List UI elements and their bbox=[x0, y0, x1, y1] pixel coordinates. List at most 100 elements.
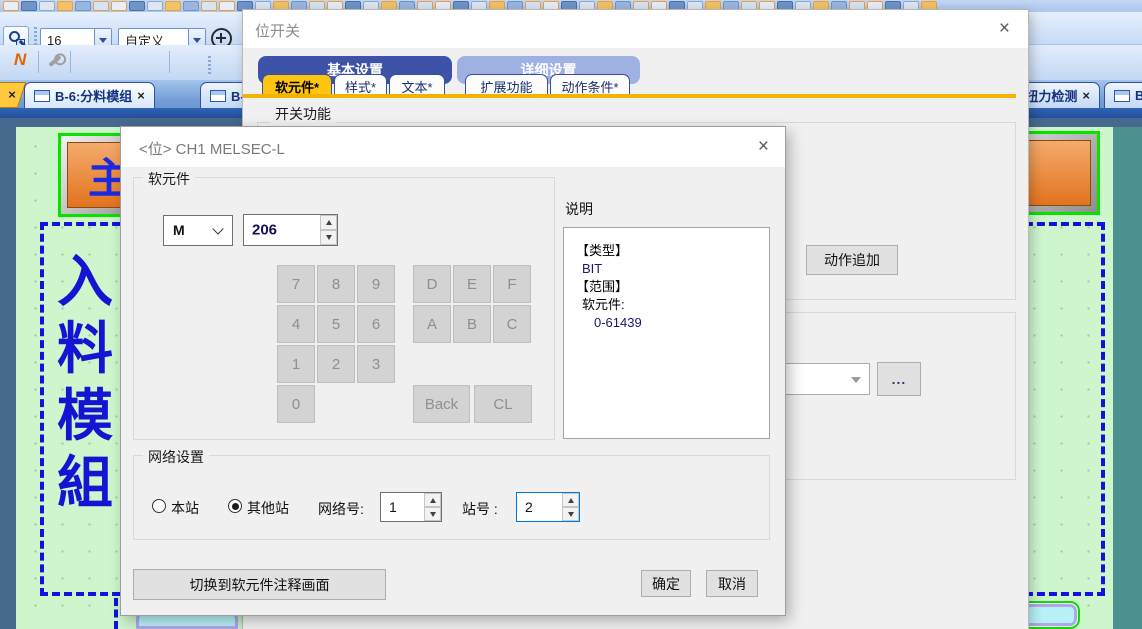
toolbar-icon[interactable] bbox=[93, 1, 109, 11]
key-9[interactable]: 9 bbox=[357, 265, 395, 303]
toolbar-icon[interactable] bbox=[3, 1, 19, 11]
station-no-spinner[interactable]: 2 bbox=[516, 492, 580, 522]
vertical-char: 組 bbox=[52, 451, 118, 518]
network-no-label: 网络号: bbox=[318, 499, 364, 519]
toolbar-separator bbox=[38, 51, 39, 73]
tab-label: 样式* bbox=[345, 77, 376, 96]
key-F[interactable]: F bbox=[493, 265, 531, 303]
toolbar-icon[interactable] bbox=[111, 1, 127, 11]
tab-fragment[interactable]: × bbox=[0, 82, 26, 108]
magnifier-icon bbox=[9, 31, 20, 42]
key-C[interactable]: C bbox=[493, 305, 531, 343]
screen-icon bbox=[210, 90, 226, 102]
device-type-value: M bbox=[173, 222, 185, 238]
key-5[interactable]: 5 bbox=[317, 305, 355, 343]
vertical-char: 入 bbox=[52, 250, 118, 317]
toolbar-icon[interactable] bbox=[75, 1, 91, 11]
network-groupbox bbox=[133, 455, 770, 540]
key-A[interactable]: A bbox=[413, 305, 451, 343]
device-number-spinner[interactable]: 206 bbox=[243, 214, 338, 246]
tab-label: 扩展功能 bbox=[480, 77, 532, 96]
key-7[interactable]: 7 bbox=[277, 265, 315, 303]
tab-b6[interactable]: B-6:分料模组 × bbox=[24, 82, 155, 108]
key-E[interactable]: E bbox=[453, 265, 491, 303]
key-D[interactable]: D bbox=[413, 265, 451, 303]
tab-label: 扭力检测 bbox=[1025, 86, 1077, 105]
key-1[interactable]: 1 bbox=[277, 345, 315, 383]
key-0[interactable]: 0 bbox=[277, 385, 315, 423]
spin-down-button[interactable] bbox=[562, 507, 579, 521]
canvas-vertical-text[interactable]: 入 料 模 組 bbox=[52, 250, 118, 518]
tab-label: 动作条件* bbox=[561, 77, 618, 96]
key-8[interactable]: 8 bbox=[317, 265, 355, 303]
toolbar-icon[interactable] bbox=[183, 1, 199, 11]
device-type-combobox[interactable]: M bbox=[163, 215, 233, 246]
spin-down-button[interactable] bbox=[424, 507, 441, 521]
selection-dashed-line bbox=[114, 598, 118, 629]
toolbar-grip bbox=[208, 56, 211, 74]
keypad-hex: D E F A B C bbox=[413, 265, 531, 343]
tab-close-icon[interactable]: × bbox=[137, 88, 145, 103]
ok-button[interactable]: 确定 bbox=[641, 570, 691, 597]
radio-local-station[interactable] bbox=[152, 499, 166, 513]
switch-to-comment-label: 切换到软元件注释画面 bbox=[190, 575, 330, 595]
wrench-icon[interactable] bbox=[48, 55, 61, 67]
keypad-numbers: 7 8 9 4 5 6 1 2 3 0 bbox=[277, 265, 395, 423]
vertical-char: 模 bbox=[52, 384, 118, 451]
spin-down-button[interactable] bbox=[320, 230, 337, 245]
radio-other-label[interactable]: 其他站 bbox=[247, 498, 289, 518]
spin-up-button[interactable] bbox=[424, 493, 441, 507]
desc-line: 【范围】 bbox=[576, 278, 769, 296]
screen: 16 自定义 N ↗ bbox=[0, 0, 1142, 629]
switch-to-comment-button[interactable]: 切换到软元件注释画面 bbox=[133, 569, 386, 600]
toolbar-icon[interactable] bbox=[21, 1, 37, 11]
tab-label: B-6:分料模组 bbox=[55, 86, 132, 105]
key-back[interactable]: Back bbox=[413, 385, 470, 423]
dialog-titlebar[interactable]: 位开关 × bbox=[243, 10, 1028, 48]
desc-line: 【类型】 bbox=[576, 242, 769, 260]
key-cl[interactable]: CL bbox=[474, 385, 532, 423]
toolbar-icon[interactable] bbox=[165, 1, 181, 11]
toolbar-icon[interactable] bbox=[39, 1, 55, 11]
station-no-value: 2 bbox=[525, 499, 533, 515]
spin-up-button[interactable] bbox=[562, 493, 579, 507]
key-3[interactable]: 3 bbox=[357, 345, 395, 383]
dialog-titlebar[interactable]: <位> CH1 MELSEC-L × bbox=[121, 127, 785, 167]
description-box: 【类型】 BIT 【范围】 软元件: 0-61439 bbox=[563, 227, 770, 439]
tab-close-icon[interactable]: × bbox=[1082, 88, 1090, 103]
radio-local-label[interactable]: 本站 bbox=[171, 498, 199, 518]
toolbar-icon[interactable] bbox=[147, 1, 163, 11]
toolbar-separator bbox=[70, 51, 71, 73]
tab-close-icon[interactable]: × bbox=[0, 83, 22, 102]
action-add-button[interactable]: 动作追加 bbox=[806, 245, 898, 275]
cyan-object-face bbox=[1021, 604, 1077, 626]
device-number-value: 206 bbox=[252, 222, 277, 239]
station-no-label: 站号 : bbox=[462, 499, 498, 519]
key-2[interactable]: 2 bbox=[317, 345, 355, 383]
polyline-tool-icon[interactable]: N bbox=[14, 50, 26, 70]
tab-right-partial[interactable]: B bbox=[1104, 82, 1142, 108]
desc-line: BIT bbox=[576, 260, 769, 278]
key-6[interactable]: 6 bbox=[357, 305, 395, 343]
browse-label: ... bbox=[892, 371, 907, 387]
toolbar-icon[interactable] bbox=[219, 1, 235, 11]
toolbar-icon[interactable] bbox=[129, 1, 145, 11]
network-no-spinner[interactable]: 1 bbox=[380, 492, 442, 522]
dialog-title: <位> CH1 MELSEC-L bbox=[139, 138, 285, 159]
cancel-label: 取消 bbox=[718, 574, 746, 594]
dropdown-arrow-icon bbox=[851, 377, 861, 383]
toolbar-grip bbox=[34, 27, 37, 45]
toolbar-icon[interactable] bbox=[57, 1, 73, 11]
action-add-label: 动作追加 bbox=[824, 250, 880, 270]
toolbar-icon[interactable] bbox=[201, 1, 217, 11]
close-icon[interactable]: × bbox=[758, 136, 769, 158]
tab-label: B bbox=[1135, 88, 1142, 103]
cancel-button[interactable]: 取消 bbox=[706, 570, 758, 597]
browse-button[interactable]: ... bbox=[877, 362, 921, 396]
spin-up-button[interactable] bbox=[320, 215, 337, 230]
radio-other-station[interactable] bbox=[228, 499, 242, 513]
device-dialog: <位> CH1 MELSEC-L × 软元件 M 206 7 8 9 4 5 6… bbox=[121, 127, 785, 615]
close-icon[interactable]: × bbox=[999, 18, 1010, 40]
key-B[interactable]: B bbox=[453, 305, 491, 343]
key-4[interactable]: 4 bbox=[277, 305, 315, 343]
